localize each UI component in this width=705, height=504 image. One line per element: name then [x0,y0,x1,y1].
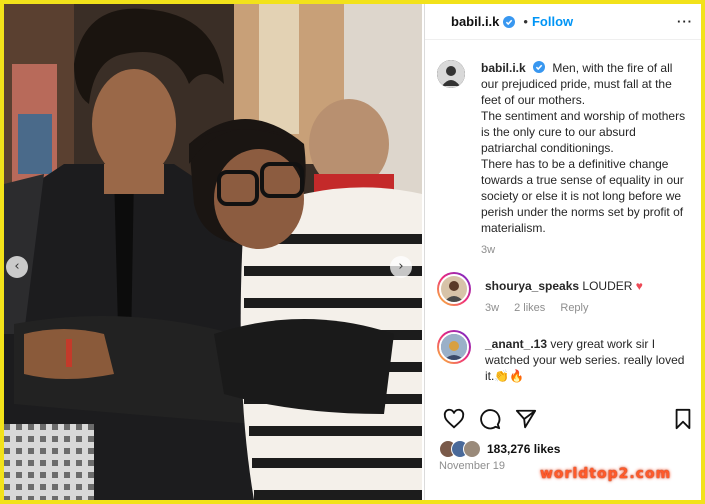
comment-age: 3w [485,302,500,314]
caption-username[interactable]: babil.i.k [481,61,526,75]
heart-outline-icon[interactable] [443,408,465,430]
likes-count[interactable]: 183,276 likes [487,442,560,456]
comment-text: LOUDER [582,279,633,293]
follow-button[interactable]: Follow [532,14,573,29]
clap-fire-emoji: 👏🔥 [494,369,525,383]
previous-photo-button[interactable]: ‹ [6,256,28,278]
caption-line: The sentiment and worship of mothers is … [481,109,686,155]
commenter-avatar[interactable] [437,272,471,306]
post-date[interactable]: November 19 [439,460,505,472]
watermark-text: worldtop2.com [540,466,672,482]
post-details-panel: babil.i.k • Follow ··· babil.i.k Men, wi… [424,4,701,500]
post-photo[interactable]: ‹ › [4,4,422,500]
next-photo-button[interactable]: › [390,256,412,278]
comment-item: _anant_.13 very great work sir I watched… [425,330,701,384]
more-options-icon[interactable]: ··· [677,14,693,29]
reply-button[interactable]: Reply [560,302,588,314]
comment-username[interactable]: _anant_.13 [485,337,547,351]
photo-illustration [4,4,422,500]
comment-meta: 3w 2 likes Reply [485,302,643,314]
caption-age: 3w [481,244,496,256]
paper-plane-icon[interactable] [515,408,537,430]
post-header: babil.i.k • Follow ··· [425,4,701,40]
likes-summary[interactable]: 183,276 likes [439,440,560,458]
separator-dot: • [523,14,528,29]
author-username[interactable]: babil.i.k [451,14,499,29]
comment-bubble-icon[interactable] [479,408,501,430]
bookmark-icon[interactable] [673,408,693,430]
comment-likes[interactable]: 2 likes [514,302,545,314]
comment-username[interactable]: shourya_speaks [485,279,579,293]
caption: babil.i.k Men, with the fire of all our … [425,60,701,256]
commenter-avatar[interactable] [437,330,471,364]
action-bar [437,408,697,434]
author-avatar[interactable] [437,60,465,88]
post-frame: ‹ › babil.i.k • Follow ··· babil.i.k Men… [4,4,701,500]
verified-badge-icon [503,15,516,28]
liker-avatar [463,440,481,458]
red-heart-emoji: ♥ [635,279,643,293]
caption-text: babil.i.k Men, with the fire of all our … [481,60,692,236]
verified-badge-icon [533,61,546,73]
caption-line: There has to be a definitive change towa… [481,157,684,235]
comments-list[interactable]: babil.i.k Men, with the fire of all our … [425,48,701,400]
caption-meta: 3w [481,244,692,256]
comment-item: shourya_speaks LOUDER ♥ 3w 2 likes Reply [425,272,701,314]
